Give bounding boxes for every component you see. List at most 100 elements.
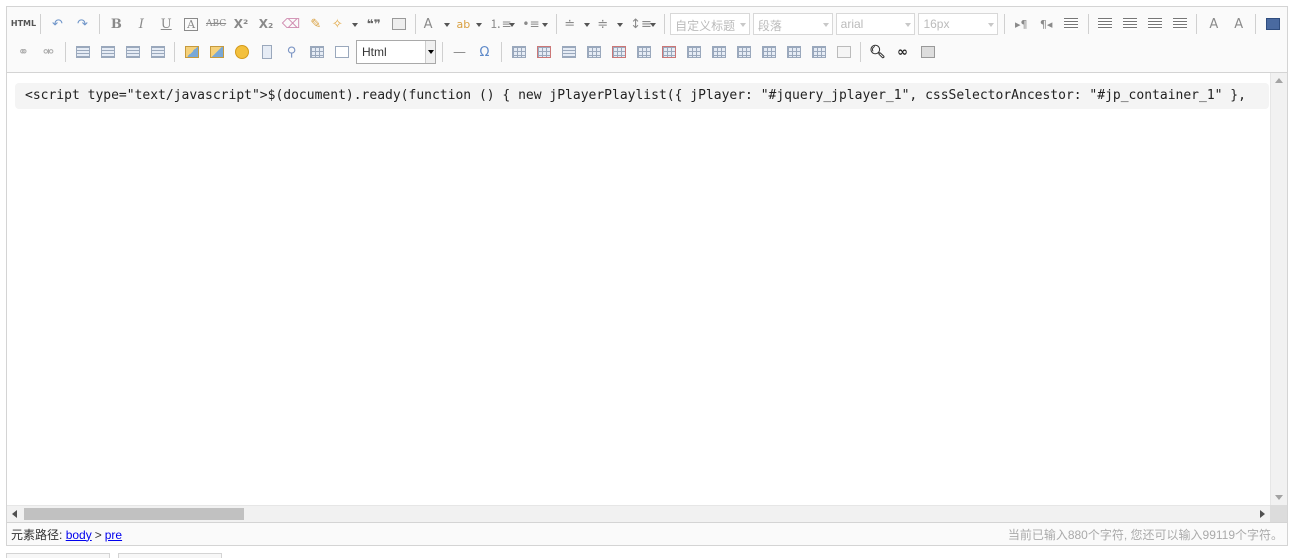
insert-row-button[interactable] [583, 41, 605, 63]
drafts-button[interactable] [917, 41, 939, 63]
below-control-2[interactable] [118, 553, 222, 558]
paste-plain-button[interactable] [388, 13, 410, 35]
redo-button[interactable]: ↷ [71, 13, 93, 35]
special-char-button[interactable]: Ω [474, 41, 496, 63]
row-spacing-top-dropdown[interactable]: ≐ [562, 13, 592, 35]
justify-left-button[interactable] [1094, 13, 1116, 35]
image-none-button[interactable] [72, 41, 94, 63]
format-match-button[interactable]: ✎ [305, 13, 327, 35]
scroll-up-icon[interactable] [1275, 78, 1283, 83]
horizontal-scroll-thumb[interactable] [24, 508, 244, 520]
vertical-scrollbar[interactable] [1270, 73, 1287, 505]
map-button[interactable] [306, 41, 328, 63]
bold-button[interactable]: B [105, 13, 127, 35]
superscript-button[interactable]: X² [230, 13, 252, 35]
redo-icon: ↷ [76, 16, 88, 32]
image-center-button[interactable] [147, 41, 169, 63]
horizontal-rule-button[interactable]: — [449, 41, 471, 63]
code-language-value: Html [362, 45, 387, 59]
fullscreen-button[interactable] [1262, 13, 1284, 35]
row-spacing-bottom-dropdown[interactable]: ≑ [595, 13, 625, 35]
split-cells-button[interactable] [758, 41, 780, 63]
justify-full-button[interactable] [1169, 13, 1191, 35]
below-control-1[interactable] [6, 553, 110, 558]
preview-button[interactable]: 🔍︎ [867, 41, 889, 63]
rtl-icon: ¶◂ [1039, 17, 1053, 31]
fontcolor-dropdown[interactable]: A [422, 13, 452, 35]
clipboard-icon [391, 18, 406, 30]
line-height-dropdown[interactable]: ↕≡ [628, 13, 658, 35]
code-language-select[interactable]: Html [356, 40, 436, 64]
split-cols-button[interactable] [808, 41, 830, 63]
chart-button[interactable] [833, 41, 855, 63]
font-border-button[interactable]: A [180, 13, 202, 35]
touppercase-button[interactable]: A [1203, 13, 1225, 35]
insert-caption-button[interactable] [558, 41, 580, 63]
italic-button[interactable]: I [130, 13, 152, 35]
chart-icon [836, 46, 851, 58]
delete-col-button[interactable] [658, 41, 680, 63]
remove-format-button[interactable]: ⌫ [280, 13, 302, 35]
strikethrough-icon: ABC [206, 18, 227, 29]
unordered-list-dropdown[interactable]: •≡ [520, 13, 550, 35]
paragraph-format-select[interactable]: 段落 [752, 13, 833, 35]
delete-row-icon [611, 46, 626, 58]
attachment-button[interactable]: ⚲ [281, 41, 303, 63]
tolowercase-button[interactable]: A [1228, 13, 1250, 35]
image-left-button[interactable] [97, 41, 119, 63]
bold-icon: B [110, 16, 122, 32]
ordered-list-dropdown[interactable]: ⒈≡ [487, 13, 517, 35]
custom-heading-select[interactable]: 自定义标题 [670, 13, 750, 35]
insert-col-button[interactable] [633, 41, 655, 63]
direction-rtl-button[interactable]: ¶◂ [1035, 13, 1057, 35]
blockquote-button[interactable]: ❝❞ [363, 13, 385, 35]
link-button[interactable]: ⚭ [13, 41, 35, 63]
underline-button[interactable]: U [155, 13, 177, 35]
link-icon: ⚭ [18, 44, 29, 60]
image-right-button[interactable] [122, 41, 144, 63]
toolbar-separator [1255, 14, 1257, 34]
auto-typeset-dropdown[interactable]: ✧ [330, 13, 360, 35]
insert-table-button[interactable] [508, 41, 530, 63]
justify-center-button[interactable] [1119, 13, 1141, 35]
split-rows-button[interactable] [783, 41, 805, 63]
justify-right-button[interactable] [1144, 13, 1166, 35]
element-path-body[interactable]: body [66, 528, 92, 542]
font-size-select[interactable]: 16px [918, 13, 999, 35]
delete-table-button[interactable] [533, 41, 555, 63]
blockquote-icon: ❝❞ [366, 17, 381, 31]
unlink-button[interactable]: ⚮ [38, 41, 60, 63]
search-replace-button[interactable]: ∞ [892, 41, 914, 63]
scroll-down-icon[interactable] [1275, 495, 1283, 500]
backcolor-dropdown[interactable]: ab [455, 13, 485, 35]
map-icon [309, 46, 324, 58]
subscript-button[interactable]: X₂ [255, 13, 277, 35]
smiley-icon [234, 45, 249, 59]
emotion-button[interactable] [231, 41, 253, 63]
direction-ltr-button[interactable]: ▸¶ [1010, 13, 1032, 35]
merge-cells-button[interactable] [683, 41, 705, 63]
horizontal-scrollbar[interactable] [7, 505, 1270, 522]
delete-row-button[interactable] [608, 41, 630, 63]
scroll-right-icon[interactable] [1260, 510, 1265, 518]
merge-down-button[interactable] [733, 41, 755, 63]
delete-col-icon [661, 46, 676, 58]
merge-right-button[interactable] [708, 41, 730, 63]
html-source-button[interactable]: HTML [10, 13, 37, 35]
font-family-select[interactable]: arial [835, 13, 916, 35]
code-block[interactable]: <script type="text/javascript">$(documen… [15, 83, 1269, 109]
editor-content-area[interactable]: <script type="text/javascript">$(documen… [7, 73, 1287, 522]
insert-image-button[interactable] [206, 41, 228, 63]
toolbar-separator [65, 42, 66, 62]
undo-button[interactable]: ↶ [47, 13, 69, 35]
strikethrough-button[interactable]: ABC [205, 13, 227, 35]
element-path-pre[interactable]: pre [105, 528, 122, 542]
simple-upload-button[interactable] [181, 41, 203, 63]
html-source-label: HTML [10, 19, 37, 28]
horizontal-rule-icon: — [453, 44, 466, 60]
insert-video-button[interactable] [256, 41, 278, 63]
line-height-icon: ↕≡ [630, 16, 652, 32]
scroll-left-icon[interactable] [12, 510, 17, 518]
indent-button[interactable] [1060, 13, 1082, 35]
insert-frame-button[interactable] [331, 41, 353, 63]
